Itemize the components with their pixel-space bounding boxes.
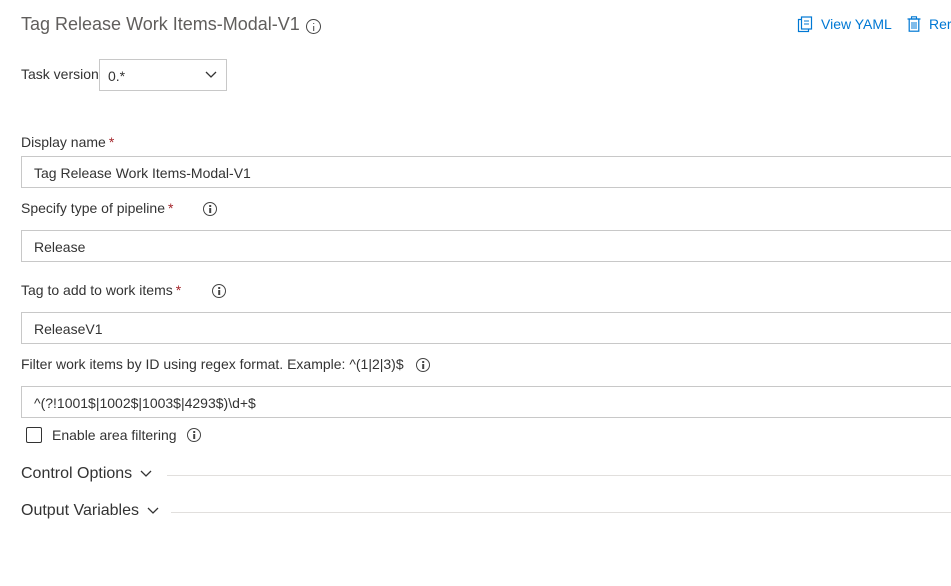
- task-editor-panel: Tag Release Work Items-Modal-V1 View YAM…: [0, 0, 951, 586]
- filter-regex-value: ^(?!1001$|1002$|1003$|4293$)\d+$: [34, 395, 256, 411]
- pipeline-type-label: Specify type of pipeline *: [21, 200, 173, 216]
- trash-icon: [907, 16, 921, 32]
- tag-input[interactable]: ReleaseV1: [21, 312, 951, 344]
- section-divider: [171, 512, 951, 513]
- chevron-down-icon: [147, 507, 159, 514]
- display-name-label: Display name *: [21, 134, 114, 150]
- page-title: Tag Release Work Items-Modal-V1: [21, 14, 300, 34]
- control-options-toggle[interactable]: Control Options: [21, 465, 152, 483]
- required-marker: *: [108, 134, 115, 150]
- tag-value: ReleaseV1: [34, 321, 103, 337]
- filter-label: Filter work items by ID using regex form…: [21, 356, 404, 372]
- info-icon[interactable]: [306, 19, 321, 34]
- view-yaml-button[interactable]: View YAML: [797, 14, 892, 34]
- display-name-value: Tag Release Work Items-Modal-V1: [34, 165, 251, 181]
- required-marker: *: [167, 200, 174, 216]
- tag-label: Tag to add to work items *: [21, 282, 181, 298]
- display-name-label-text: Display name: [21, 134, 106, 150]
- chevron-down-icon: [140, 470, 152, 477]
- filter-regex-input[interactable]: ^(?!1001$|1002$|1003$|4293$)\d+$: [21, 386, 951, 418]
- output-variables-label: Output Variables: [21, 502, 139, 519]
- task-version-value: 0.*: [108, 68, 126, 84]
- info-icon[interactable]: [203, 202, 217, 216]
- task-version-label: Task version: [21, 66, 99, 82]
- clipboard-icon: [797, 15, 813, 32]
- required-marker: *: [175, 282, 182, 298]
- display-name-input[interactable]: Tag Release Work Items-Modal-V1: [21, 156, 951, 188]
- remove-button[interactable]: Rer: [907, 14, 951, 34]
- chevron-down-icon: [205, 71, 217, 78]
- output-variables-toggle[interactable]: Output Variables: [21, 502, 159, 520]
- control-options-label: Control Options: [21, 465, 133, 482]
- pipeline-type-label-text: Specify type of pipeline: [21, 200, 165, 216]
- info-icon[interactable]: [187, 428, 201, 442]
- view-yaml-label: View YAML: [821, 16, 892, 32]
- section-divider: [167, 475, 951, 476]
- task-version-dropdown[interactable]: 0.*: [99, 59, 227, 91]
- enable-area-filtering-label: Enable area filtering: [52, 427, 177, 443]
- enable-area-filtering-checkbox[interactable]: [26, 427, 42, 443]
- pipeline-type-dropdown[interactable]: Release: [21, 230, 951, 262]
- remove-label: Rer: [929, 16, 951, 32]
- pipeline-type-value: Release: [34, 239, 86, 255]
- info-icon[interactable]: [212, 284, 226, 298]
- info-icon[interactable]: [416, 358, 430, 372]
- tag-label-text: Tag to add to work items: [21, 282, 173, 298]
